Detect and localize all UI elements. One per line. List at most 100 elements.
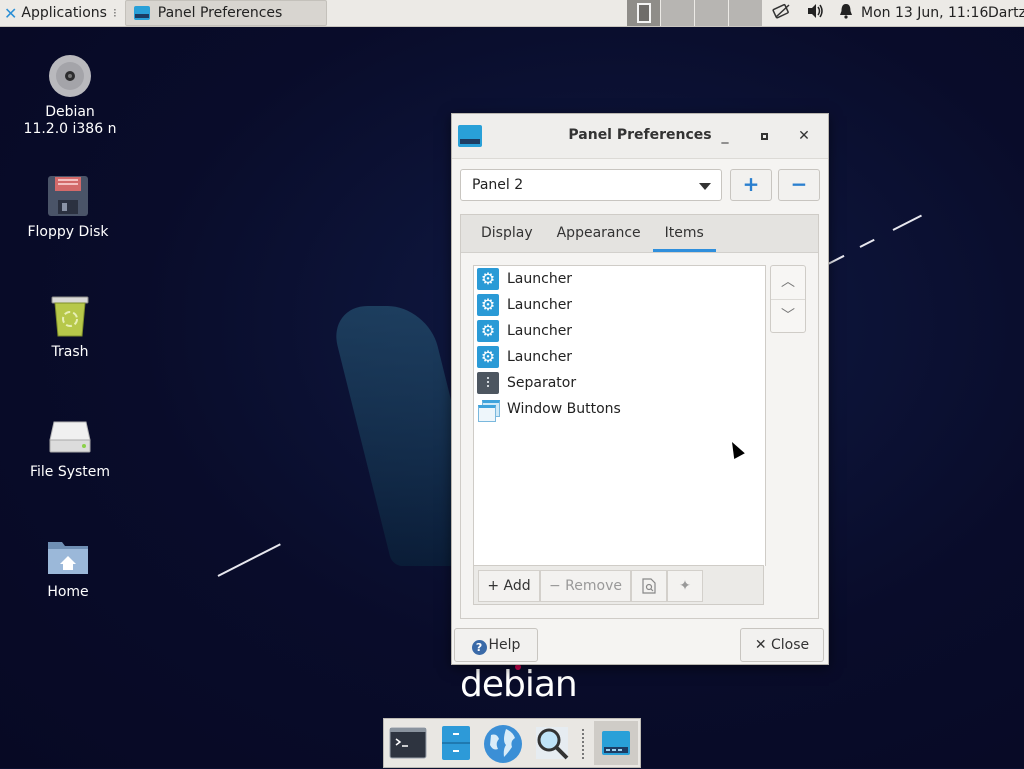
launcher-gear-icon: ⚙ (477, 346, 499, 368)
dock-terminal[interactable] (388, 723, 428, 763)
applications-menu-button[interactable]: ✕ Applications ⁝ (0, 0, 121, 26)
panel-items-list[interactable]: ⚙ Launcher ⚙ Launcher ⚙ Launcher ⚙ Launc… (473, 265, 766, 566)
add-item-button[interactable]: + Add (478, 570, 540, 602)
desktop-icon-label: Home (47, 584, 89, 600)
remove-item-button[interactable]: − Remove (540, 570, 631, 602)
dock-app-finder[interactable] (532, 723, 572, 763)
launcher-gear-icon: ⚙ (477, 320, 499, 342)
preferences-notebook: Display Appearance Items ⚙ Launcher ⚙ La… (460, 214, 819, 619)
notification-bell-icon[interactable] (838, 3, 854, 23)
workspace-2[interactable] (661, 0, 695, 26)
panel-preferences-icon (133, 6, 150, 20)
close-icon: ✕ (754, 637, 767, 653)
document-properties-icon (642, 578, 656, 594)
help-icon: ? (471, 640, 487, 655)
minimize-icon: _ (721, 128, 729, 144)
item-about-button[interactable]: ✦ (667, 570, 703, 602)
minus-icon: − (790, 172, 808, 196)
user-menu[interactable]: Dartz (988, 0, 1024, 26)
desktop-icon-label: Floppy Disk (27, 224, 109, 240)
magnifier-icon (536, 727, 569, 760)
move-item-buttons: ︿ ﹀ (770, 265, 806, 333)
globe-icon (484, 725, 522, 763)
minimize-button[interactable]: _ (716, 127, 734, 145)
panel-preferences-dialog: Panel Preferences _ ✕ Panel 2 + − Displa… (451, 113, 829, 665)
help-button[interactable]: ? Help (454, 628, 538, 662)
bottom-dock (383, 718, 641, 768)
launcher-gear-icon: ⚙ (477, 268, 499, 290)
dock-separator (582, 729, 584, 759)
item-label: Launcher (507, 271, 573, 287)
minus-icon: − (548, 578, 561, 594)
plus-icon: + (487, 578, 500, 594)
taskbar-window-button[interactable]: Panel Preferences (124, 0, 327, 26)
tab-bar: Display Appearance Items (461, 215, 818, 253)
applications-label: Applications (21, 5, 107, 21)
workspace-1[interactable] (627, 0, 661, 26)
panel-preferences-icon (602, 731, 630, 755)
desktop-icon-trash[interactable]: Trash (10, 294, 130, 361)
desktop-icon-file-system[interactable]: File System (10, 414, 130, 481)
maximize-icon (760, 132, 768, 140)
launcher-gear-icon: ⚙ (477, 294, 499, 316)
list-item[interactable]: ⚙ Launcher (474, 344, 765, 370)
items-list-toolbar: + Add − Remove ✦ (473, 565, 764, 605)
desktop-icon-floppy[interactable]: Floppy Disk (8, 174, 128, 241)
disc-icon (48, 54, 92, 98)
trash-icon (48, 294, 92, 338)
network-icon[interactable] (772, 2, 792, 24)
dock-file-manager[interactable] (436, 723, 476, 763)
move-down-button[interactable]: ﹀ (771, 300, 805, 333)
close-button[interactable]: ✕ Close (740, 628, 824, 662)
plus-icon: + (742, 172, 760, 196)
home-folder-icon (46, 534, 90, 578)
panel-select-dropdown[interactable]: Panel 2 (460, 169, 722, 201)
tab-items[interactable]: Items (652, 215, 717, 252)
desktop-icon-debian-disc[interactable]: Debian 11.2.0 i386 n (10, 54, 130, 138)
clock[interactable]: Mon 13 Jun, 11:16 (861, 0, 988, 26)
tab-display[interactable]: Display (469, 215, 545, 252)
window-buttons-icon (477, 398, 500, 422)
workspace-3[interactable] (695, 0, 729, 26)
terminal-icon (389, 727, 427, 759)
remove-panel-button[interactable]: − (778, 169, 820, 201)
separator-icon (477, 372, 499, 394)
list-item[interactable]: ⚙ Launcher (474, 318, 765, 344)
desktop-icon-label: Debian 11.2.0 i386 n (23, 104, 117, 137)
floppy-icon (46, 174, 90, 218)
maximize-button[interactable] (755, 127, 773, 145)
dock-web-browser[interactable] (482, 723, 522, 763)
close-icon: ✕ (798, 128, 810, 144)
list-item[interactable]: Window Buttons (474, 396, 765, 422)
remove-item-label: Remove (565, 578, 622, 594)
list-item[interactable]: ⚙ Launcher (474, 292, 765, 318)
dialog-titlebar[interactable]: Panel Preferences _ ✕ (452, 114, 828, 159)
taskbar-window-title: Panel Preferences (157, 5, 283, 21)
item-properties-button[interactable] (631, 570, 667, 602)
volume-icon[interactable] (806, 3, 824, 23)
top-panel: ✕ Applications ⁝ Panel Preferences Mon 1… (0, 0, 1024, 27)
tab-appearance[interactable]: Appearance (545, 215, 653, 252)
file-cabinet-icon (442, 726, 470, 760)
close-label: Close (771, 637, 810, 653)
list-item[interactable]: ⚙ Launcher (474, 266, 765, 292)
sparkle-icon: ✦ (679, 578, 691, 594)
list-item[interactable]: Separator (474, 370, 765, 396)
item-label: Launcher (507, 323, 573, 339)
help-label: Help (488, 637, 521, 653)
panel-select-value: Panel 2 (472, 177, 524, 193)
desktop-icon-label: Trash (51, 344, 89, 360)
dock-panel-preferences[interactable] (594, 721, 638, 765)
item-label: Launcher (507, 297, 573, 313)
add-panel-button[interactable]: + (730, 169, 772, 201)
add-item-label: Add (503, 578, 531, 594)
desktop-icon-home[interactable]: Home (8, 534, 128, 601)
dropdown-arrow-icon (699, 183, 711, 190)
close-window-button[interactable]: ✕ (795, 127, 813, 145)
move-up-button[interactable]: ︿ (771, 266, 805, 300)
workspace-4[interactable] (729, 0, 763, 26)
xfce-logo-icon: ✕ (4, 3, 18, 23)
debian-wallpaper-logo: debian (460, 664, 578, 705)
item-label: Launcher (507, 349, 573, 365)
items-tab-content: ⚙ Launcher ⚙ Launcher ⚙ Launcher ⚙ Launc… (461, 253, 818, 618)
